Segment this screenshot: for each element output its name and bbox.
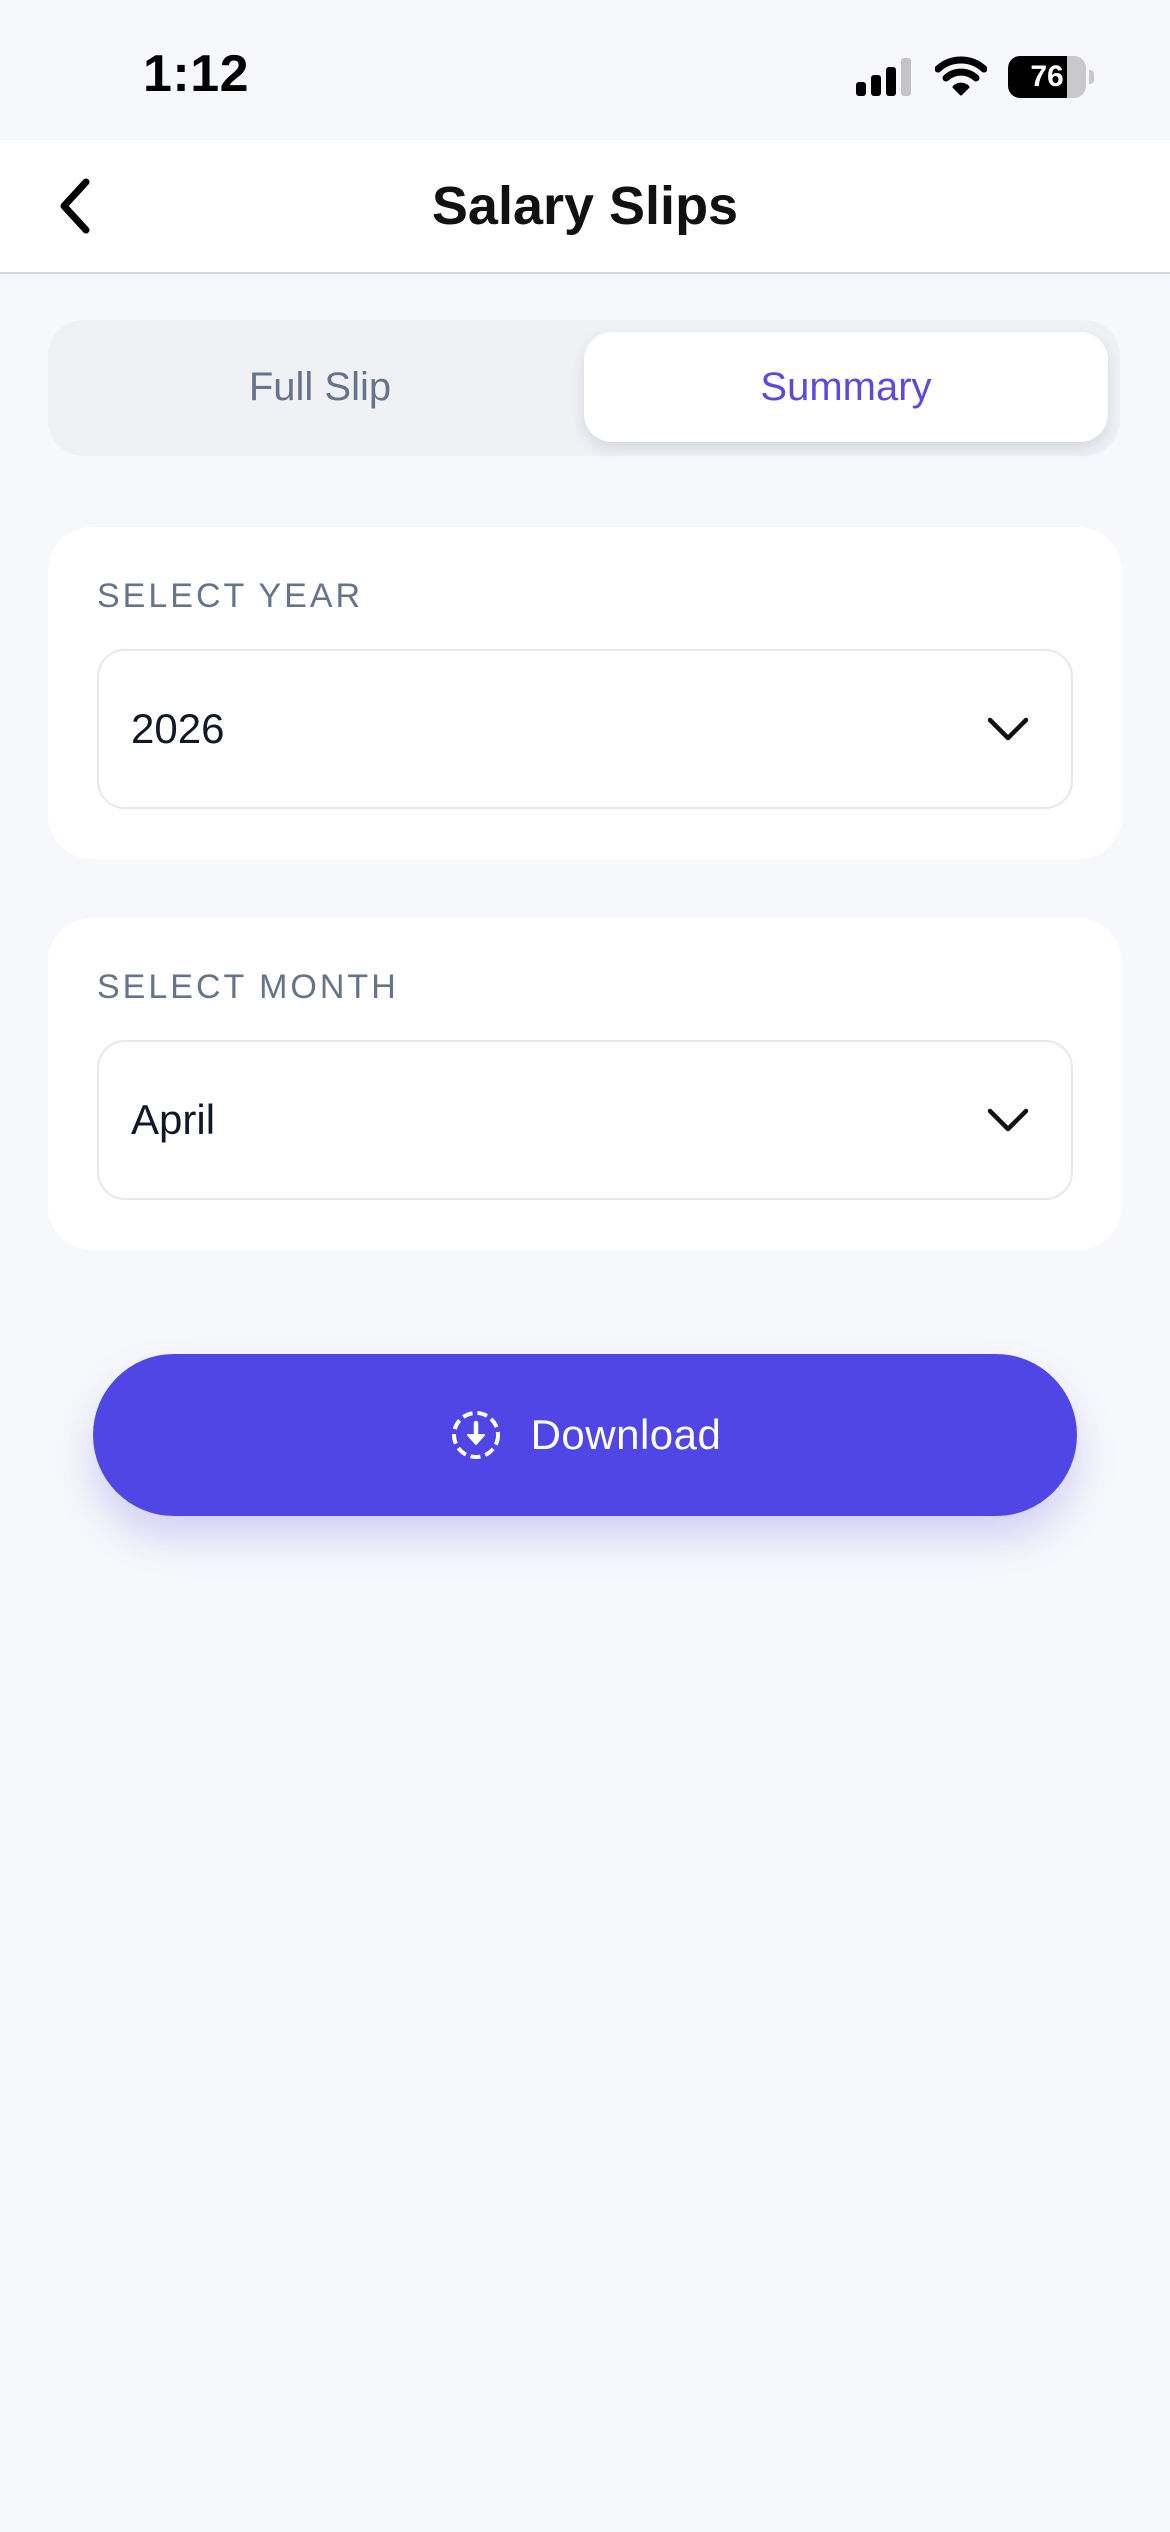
- cellular-signal-icon: [856, 58, 911, 96]
- battery-percentage: 76: [1030, 60, 1064, 93]
- chevron-down-icon: [987, 1108, 1029, 1132]
- month-select[interactable]: April: [97, 1040, 1073, 1200]
- slip-type-segmented-control: Full Slip Summary: [48, 320, 1120, 456]
- year-card: SELECT YEAR 2026: [48, 527, 1122, 859]
- tab-full-slip[interactable]: Full Slip: [60, 332, 580, 442]
- wifi-icon: [935, 56, 987, 96]
- month-select-value: April: [131, 1096, 216, 1143]
- year-label: SELECT YEAR: [97, 577, 364, 615]
- battery-icon: 76: [1008, 56, 1094, 98]
- download-circle-icon: [451, 1411, 500, 1459]
- chevron-left-icon: [60, 178, 90, 234]
- page-title: Salary Slips: [431, 176, 739, 236]
- chevron-down-icon: [987, 717, 1029, 741]
- month-card: SELECT MONTH April: [48, 918, 1122, 1250]
- year-select-value: 2026: [131, 705, 225, 752]
- month-label: SELECT MONTH: [97, 968, 399, 1006]
- year-select[interactable]: 2026: [97, 649, 1073, 809]
- tab-summary[interactable]: Summary: [584, 332, 1108, 442]
- back-button[interactable]: [40, 170, 112, 242]
- download-button[interactable]: Download: [93, 1354, 1077, 1516]
- status-bar: 1:12 76: [0, 0, 1170, 140]
- download-button-label: Download: [530, 1411, 722, 1458]
- status-time: 1:12: [143, 45, 250, 103]
- navigation-bar: Salary Slips: [0, 140, 1170, 274]
